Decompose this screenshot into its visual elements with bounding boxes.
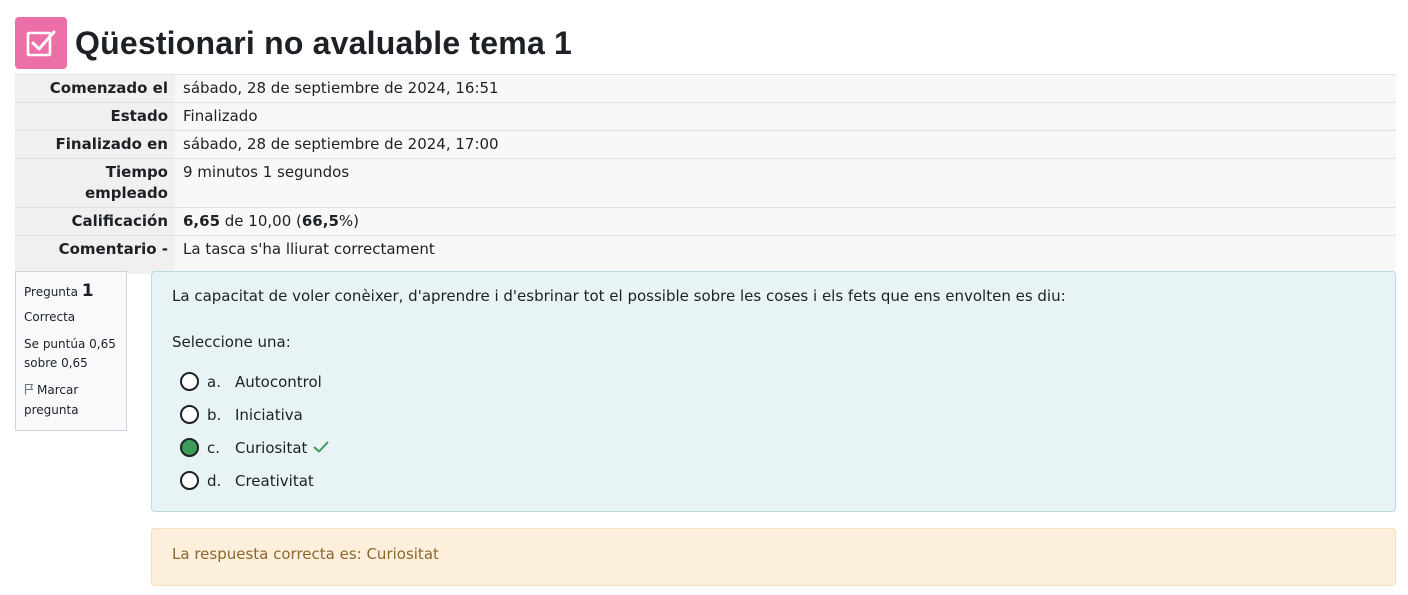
summary-row-grade: Calificación 6,65 de 10,00 (66,5%) <box>15 207 1396 236</box>
summary-value: 6,65 de 10,00 (66,5%) <box>175 207 1396 236</box>
question-number: 1 <box>81 281 94 301</box>
radio-button[interactable] <box>180 405 199 424</box>
summary-label: Tiempo empleado <box>15 158 175 208</box>
summary-label: Finalizado en <box>15 130 175 159</box>
question-number-line: Pregunta 1 <box>24 282 118 302</box>
answer-text: Creativitat <box>235 471 314 490</box>
summary-value: sábado, 28 de septiembre de 2024, 17:00 <box>175 130 1396 159</box>
answer-letter: c. <box>207 438 221 457</box>
summary-row-started: Comenzado el sábado, 28 de septiembre de… <box>15 74 1396 103</box>
question-number-prefix: Pregunta <box>24 285 82 299</box>
answer-letter: a. <box>207 372 221 391</box>
attempt-summary-table: Comenzado el sábado, 28 de septiembre de… <box>15 74 1396 274</box>
summary-row-finished: Finalizado en sábado, 28 de septiembre d… <box>15 130 1396 159</box>
answer-letter: b. <box>207 405 222 424</box>
summary-value: sábado, 28 de septiembre de 2024, 16:51 <box>175 74 1396 103</box>
radio-button[interactable] <box>180 372 199 391</box>
answer-text: Iniciativa <box>235 405 303 424</box>
answer-option-b[interactable]: b. Iniciativa <box>172 398 1375 431</box>
summary-label: Comentario - <box>15 235 175 274</box>
grade-max: de 10,00 ( <box>220 212 302 230</box>
grade-percent-suffix: %) <box>338 212 359 230</box>
answer-text: Autocontrol <box>235 372 322 391</box>
answer-option-a[interactable]: a. Autocontrol <box>172 365 1375 398</box>
question-info-box: Pregunta 1 Correcta Se puntúa 0,65 sobre… <box>15 271 127 431</box>
answer-letter: d. <box>207 471 222 490</box>
question-grade: Se puntúa 0,65 sobre 0,65 <box>24 337 116 370</box>
summary-label: Estado <box>15 102 175 131</box>
summary-value: Finalizado <box>175 102 1396 131</box>
answer-text: Curiositat <box>235 438 308 457</box>
radio-button[interactable] <box>180 471 199 490</box>
flag-question-link[interactable]: Marcar pregunta <box>24 381 118 420</box>
grade-value: 6,65 <box>183 212 221 230</box>
radio-button-selected[interactable] <box>180 438 199 457</box>
answer-option-c[interactable]: c. Curiositat <box>172 431 1375 464</box>
grade-percent: 66,5 <box>301 212 339 230</box>
quiz-checkbox-icon <box>15 17 67 69</box>
answer-option-d[interactable]: d. Creativitat <box>172 464 1375 497</box>
answer-list: a. Autocontrol b. Iniciativa c. Curiosit… <box>172 365 1375 497</box>
summary-row-time-taken: Tiempo empleado 9 minutos 1 segundos <box>15 158 1396 208</box>
answer-prompt: Seleccione una: <box>172 333 291 351</box>
correct-check-icon <box>313 439 329 457</box>
question-state: Correcta <box>24 310 76 324</box>
summary-label: Comenzado el <box>15 74 175 103</box>
quiz-review-page: Qüestionari no avaluable tema 1 Comenzad… <box>0 0 1408 595</box>
page-header: Qüestionari no avaluable tema 1 <box>15 17 572 69</box>
summary-value: 9 minutos 1 segundos <box>175 158 1396 208</box>
summary-row-comment: Comentario - La tasca s'ha lliurat corre… <box>15 235 1396 274</box>
summary-value: La tasca s'ha lliurat correctament <box>175 235 1396 274</box>
flag-icon <box>24 382 34 401</box>
question-text: La capacitat de voler conèixer, d'aprend… <box>172 287 1066 305</box>
question-content-box: La capacitat de voler conèixer, d'aprend… <box>151 271 1396 512</box>
correct-answer-feedback: La respuesta correcta es: Curiositat <box>151 528 1396 586</box>
summary-row-state: Estado Finalizado <box>15 102 1396 131</box>
page-title: Qüestionari no avaluable tema 1 <box>75 24 573 61</box>
summary-label: Calificación <box>15 207 175 236</box>
